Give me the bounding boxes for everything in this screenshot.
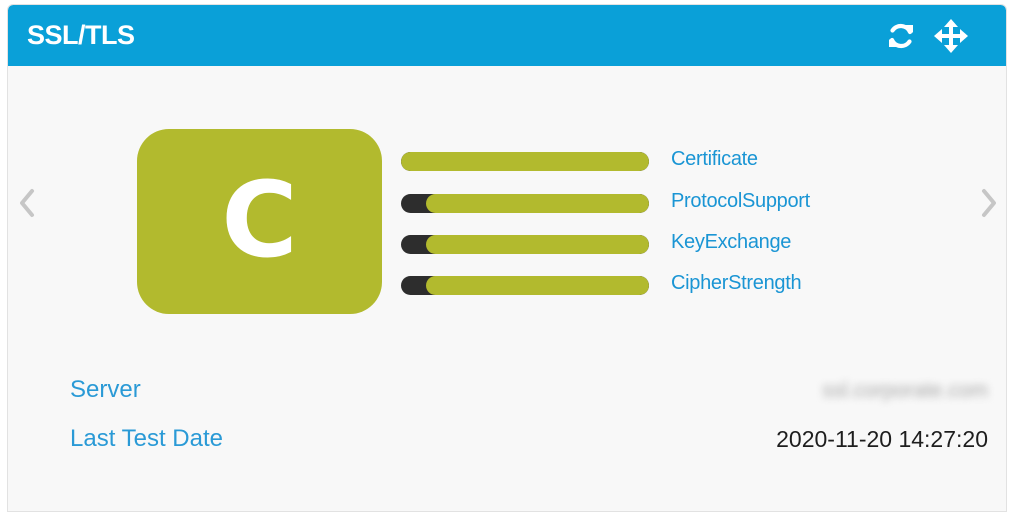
grade-badge: C bbox=[137, 129, 382, 314]
metric-bar bbox=[401, 235, 649, 254]
next-button[interactable] bbox=[975, 183, 1003, 223]
widget-title: SSL/TLS bbox=[27, 20, 135, 50]
server-value: ssl.corporate.com bbox=[822, 379, 988, 402]
move-button[interactable] bbox=[934, 19, 968, 53]
refresh-button[interactable] bbox=[884, 19, 918, 53]
metric-label: KeyExchange bbox=[671, 231, 792, 253]
prev-button[interactable] bbox=[13, 183, 41, 223]
widget-header: SSL/TLS bbox=[8, 5, 1006, 66]
grade-letter: C bbox=[221, 158, 298, 281]
metric-label: Certificate bbox=[671, 148, 758, 170]
last-test-date-label: Last Test Date bbox=[70, 425, 223, 452]
server-label: Server bbox=[70, 376, 141, 403]
chevron-left-icon bbox=[20, 189, 34, 217]
ssl-tls-widget: SSL/TLS C Certificate ProtocolSupport Ke… bbox=[7, 4, 1007, 512]
metric-label: ProtocolSupport bbox=[671, 190, 810, 212]
refresh-icon bbox=[889, 23, 913, 49]
metric-bar-fill bbox=[425, 194, 649, 213]
metric-bar bbox=[401, 152, 649, 171]
chevron-right-icon bbox=[982, 189, 996, 217]
metric-label: CipherStrength bbox=[671, 272, 802, 294]
metric-bar bbox=[401, 194, 649, 213]
metric-bar-fill bbox=[401, 152, 649, 171]
metric-bar bbox=[401, 276, 649, 295]
last-test-date-value: 2020-11-20 14:27:20 bbox=[776, 426, 988, 452]
move-icon bbox=[934, 19, 968, 53]
metric-bar-fill bbox=[425, 235, 649, 254]
metric-bar-fill bbox=[425, 276, 649, 295]
